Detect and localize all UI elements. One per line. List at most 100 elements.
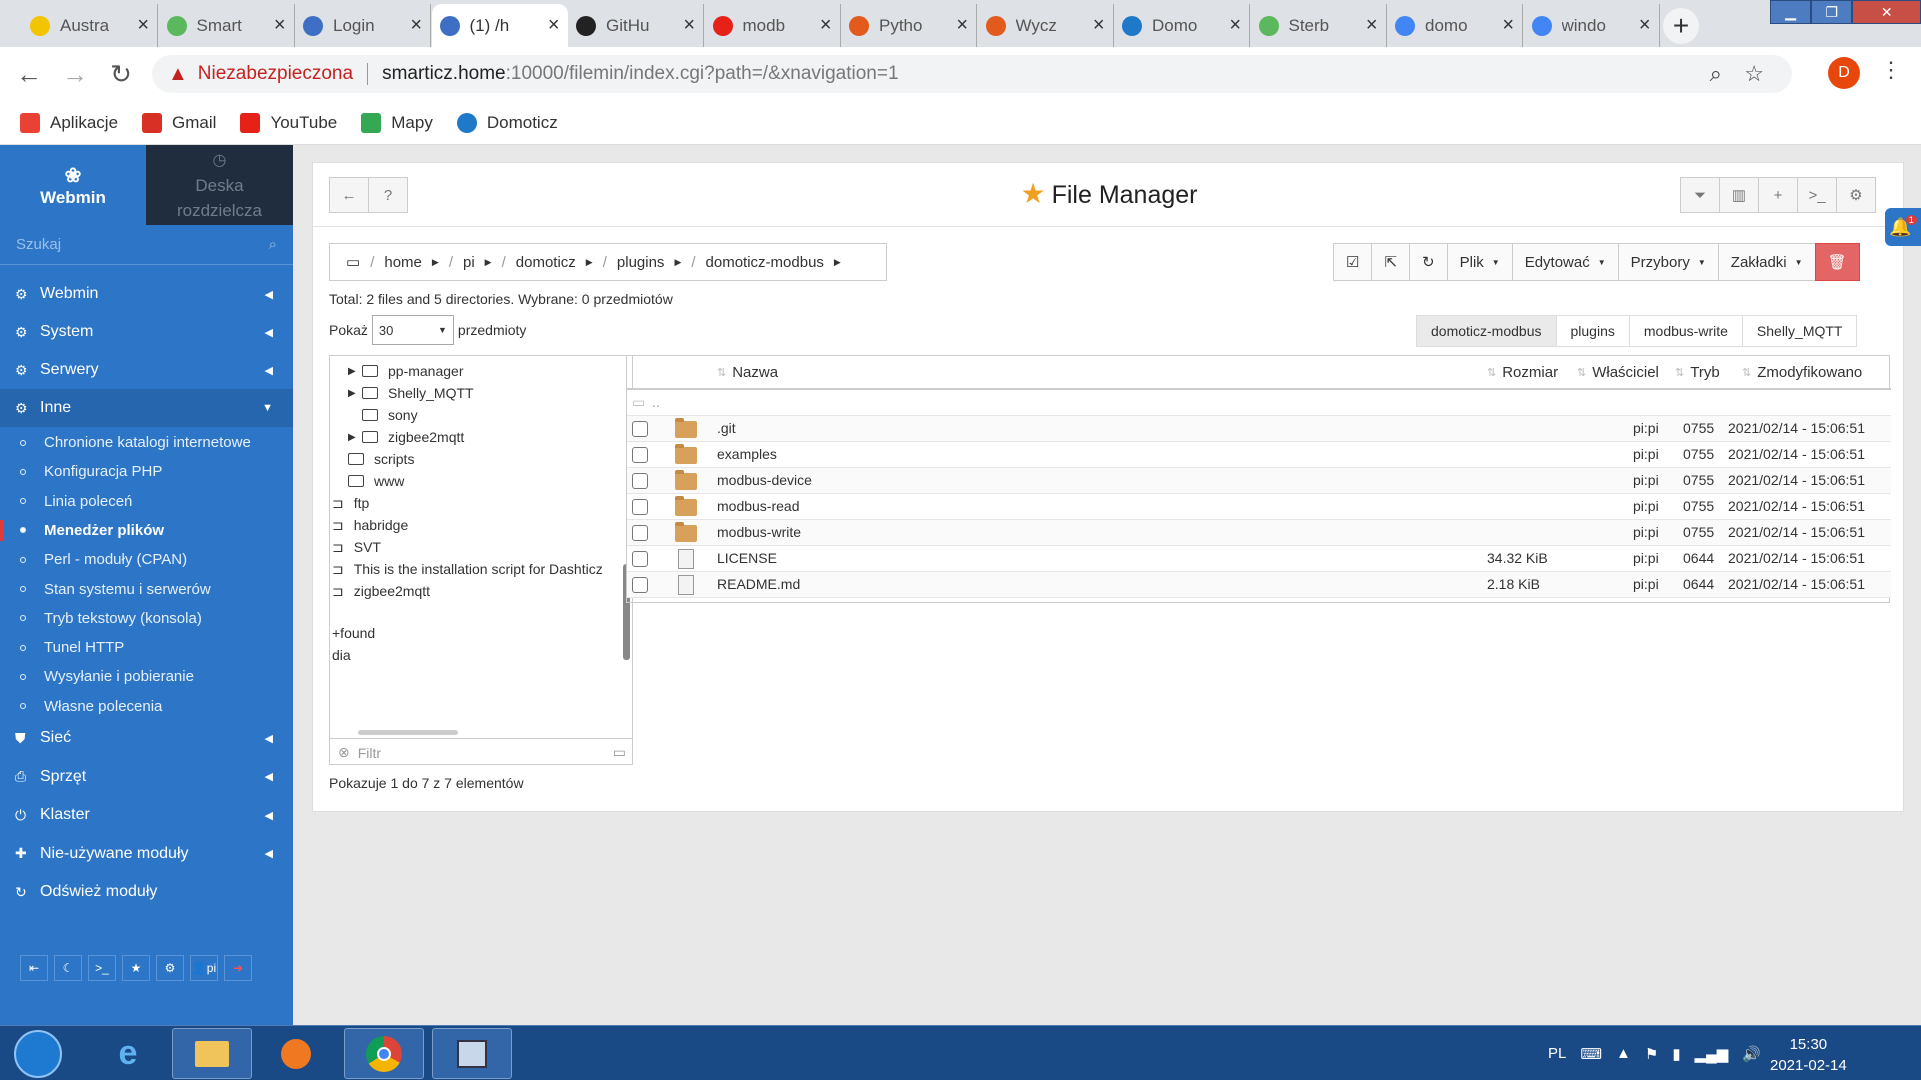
favorites-icon[interactable]: ★: [122, 955, 150, 981]
breadcrumb-item[interactable]: pi: [463, 254, 475, 271]
bookmark-item[interactable]: Mapy: [361, 112, 433, 133]
sidebar-search-input[interactable]: Szukaj ⌕: [0, 225, 293, 265]
tree-node[interactable]: dia: [330, 642, 351, 668]
minimize-button[interactable]: ▁: [1770, 0, 1812, 24]
file-name[interactable]: README.md: [717, 576, 800, 592]
sidebar-menu-item[interactable]: ⏻ Klaster ◀: [0, 796, 293, 834]
breadcrumb-item[interactable]: home: [384, 254, 422, 271]
action-dropdown[interactable]: Przybory ▼: [1617, 243, 1719, 281]
columns-button[interactable]: ▥: [1719, 177, 1759, 213]
new-tab-button[interactable]: +: [1663, 8, 1699, 44]
forward-button[interactable]: →: [58, 57, 92, 91]
bookmark-item[interactable]: YouTube: [240, 112, 337, 133]
row-checkbox[interactable]: [632, 447, 648, 463]
add-button[interactable]: +: [1758, 177, 1798, 213]
dashboard-button[interactable]: ◷ Deska rozdzielcza: [146, 145, 293, 225]
action-dropdown[interactable]: Zakładki ▼: [1717, 243, 1816, 281]
browser-tab[interactable]: Domo ×: [1114, 4, 1250, 47]
sidebar-menu-item[interactable]: ⚙ Inne ▼: [0, 389, 293, 427]
close-tab-icon[interactable]: ×: [1639, 14, 1651, 37]
file-name[interactable]: modbus-read: [717, 498, 800, 514]
bookmark-star-icon[interactable]: ☆: [1744, 61, 1764, 87]
caret-right-icon[interactable]: ▶: [432, 257, 439, 268]
row-checkbox[interactable]: [632, 551, 648, 567]
quick-tab[interactable]: Shelly_MQTT: [1741, 315, 1858, 347]
sidebar-menu-item[interactable]: ⛊ Sieć ◀: [0, 719, 293, 757]
caret-right-icon[interactable]: ▶: [485, 257, 492, 268]
back-button[interactable]: ←: [12, 57, 46, 91]
bookmark-item[interactable]: Gmail: [142, 112, 216, 133]
terminal-icon[interactable]: >_: [88, 955, 116, 981]
sidebar-sub-item[interactable]: Tunel HTTP: [0, 633, 293, 662]
quick-tab[interactable]: plugins: [1555, 315, 1630, 347]
sidebar-sub-item[interactable]: Tryb tekstowy (konsola): [0, 604, 293, 633]
clock[interactable]: 15:30 2021-02-14: [1770, 1034, 1847, 1076]
webmin-brand[interactable]: ❀ Webmin: [0, 145, 146, 225]
user-button[interactable]: 👤 pi: [190, 955, 218, 981]
table-row[interactable]: modbus-write pi:pi 0755 2021/02/14 - 15:06:…: [627, 520, 1891, 546]
start-button[interactable]: [14, 1030, 62, 1078]
close-tab-icon[interactable]: ×: [956, 14, 968, 37]
caret-right-icon[interactable]: ▶: [348, 388, 362, 399]
table-row[interactable]: LICENSE 34.32 KiB pi:pi 0644 2021/02/14 - 15…: [627, 546, 1891, 572]
battery-icon[interactable]: ▮: [1672, 1045, 1680, 1063]
col-owner[interactable]: ⇅ Właściciel: [1577, 364, 1659, 381]
file-name[interactable]: modbus-device: [717, 472, 812, 488]
media-player-icon[interactable]: [256, 1028, 336, 1079]
home-drive-icon[interactable]: ▭: [346, 253, 360, 271]
table-row[interactable]: README.md 2.18 KiB pi:pi 0644 2021/02/14 - 1…: [627, 572, 1891, 598]
tray-expand-icon[interactable]: ▲: [1616, 1045, 1631, 1062]
close-window-button[interactable]: ✕: [1852, 0, 1921, 24]
address-bar[interactable]: ▲ Niezabezpieczona smarticz.home :10000/…: [152, 55, 1792, 93]
delete-button[interactable]: 🗑: [1814, 243, 1860, 281]
chrome-icon[interactable]: [344, 1028, 424, 1079]
clear-icon[interactable]: ⊗: [338, 744, 350, 761]
col-modified[interactable]: ⇅ Zmodyfikowano: [1742, 364, 1862, 381]
browser-menu-icon[interactable]: ⋮: [1880, 57, 1902, 83]
caret-right-icon[interactable]: ▶: [834, 257, 841, 268]
close-tab-icon[interactable]: ×: [820, 14, 832, 37]
tree-node[interactable]: ⊐ zigbee2mqtt: [330, 578, 430, 604]
settings-icon[interactable]: ⚙: [156, 955, 184, 981]
action-dropdown[interactable]: Edytować ▼: [1511, 243, 1619, 281]
terminal-button[interactable]: >_: [1797, 177, 1837, 213]
close-tab-icon[interactable]: ×: [274, 14, 286, 37]
bookmark-item[interactable]: Aplikacje: [20, 112, 118, 133]
tree-horizontal-scrollbar[interactable]: [358, 730, 458, 735]
zoom-icon[interactable]: ⌕: [1710, 61, 1722, 87]
browser-tab[interactable]: windo ×: [1524, 4, 1660, 47]
page-size-select[interactable]: 30 ▼: [371, 315, 454, 345]
sidebar-sub-item[interactable]: Wysyłanie i pobieranie: [0, 662, 293, 691]
close-tab-icon[interactable]: ×: [1093, 14, 1105, 37]
row-checkbox[interactable]: [632, 499, 648, 515]
profile-avatar[interactable]: D: [1828, 57, 1860, 89]
browser-tab[interactable]: Smart ×: [159, 4, 295, 47]
network-icon[interactable]: ▂▄▆: [1695, 1045, 1729, 1063]
tree-filter-input[interactable]: ⊗ Filtr ▭: [330, 738, 632, 764]
quick-tab[interactable]: domoticz-modbus: [1416, 315, 1557, 347]
sidebar-menu-item[interactable]: ↻ Odśwież moduły: [0, 873, 293, 911]
reload-button[interactable]: ↻: [104, 57, 138, 91]
config-button[interactable]: ⚙: [1836, 177, 1876, 213]
browser-tab[interactable]: domo ×: [1387, 4, 1523, 47]
language-indicator[interactable]: PL: [1548, 1045, 1566, 1062]
sidebar-sub-item[interactable]: Chronione katalogi internetowe: [0, 428, 293, 457]
refresh-button[interactable]: ↻: [1409, 243, 1448, 281]
breadcrumb-item[interactable]: domoticz-modbus: [706, 254, 824, 271]
browser-tab[interactable]: modb ×: [705, 4, 841, 47]
sidebar-sub-item[interactable]: Linia poleceń: [0, 487, 293, 516]
row-checkbox[interactable]: [632, 421, 648, 437]
row-checkbox[interactable]: [632, 577, 648, 593]
flag-icon[interactable]: ⚑: [1645, 1045, 1658, 1063]
browser-tab[interactable]: Login ×: [295, 4, 431, 47]
browser-tab[interactable]: Sterb ×: [1251, 4, 1387, 47]
volume-icon[interactable]: 🔊: [1742, 1045, 1761, 1063]
close-tab-icon[interactable]: ×: [137, 14, 149, 37]
sidebar-sub-item[interactable]: Konfiguracja PHP: [0, 457, 293, 486]
filter-button[interactable]: ⏷: [1680, 177, 1720, 213]
sidebar-menu-item[interactable]: ⚙ Serwery ◀: [0, 351, 293, 389]
sidebar-sub-item[interactable]: Menedżer plików: [0, 516, 293, 545]
breadcrumb-item[interactable]: domoticz: [516, 254, 576, 271]
col-size[interactable]: ⇅ Rozmiar: [1487, 364, 1558, 381]
browser-tab[interactable]: (1) /h ×: [431, 4, 568, 47]
